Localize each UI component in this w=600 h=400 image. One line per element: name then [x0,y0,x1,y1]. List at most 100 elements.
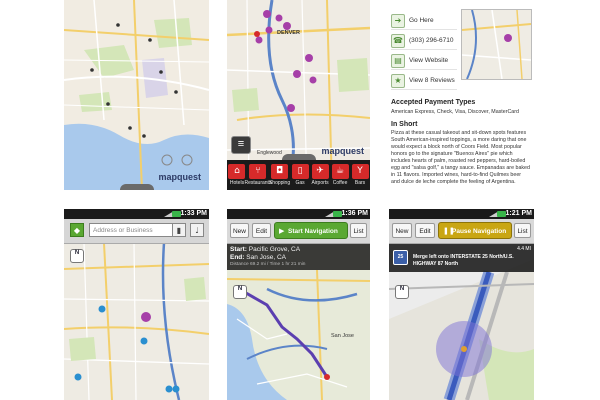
status-bar: 1:36 PM [227,209,370,219]
nav-toolbar: New Edit ❚❚ Pause Navigation List [389,219,534,244]
route-distance-time: Distance 69.2 mi / Time 1 hr 21 min [230,262,306,267]
star-icon: ★ [391,73,405,88]
map-thumbnail[interactable] [461,9,532,80]
route-start-row: Start: Pacific Grove, CA [230,246,300,253]
mapquest-logo: mapquest [158,172,201,182]
view-reviews-button[interactable]: ★ View 8 Reviews [391,72,457,90]
map-label-san-jose: San Jose [331,333,354,339]
microphone-icon: ♩ [195,226,199,235]
go-here-button[interactable]: ➔ Go Here [391,12,457,30]
cocktail-icon: Y [351,164,369,179]
compass-icon: N [237,286,243,292]
bookmark-icon: ▮ [176,226,182,235]
maneuver-distance: 4.4 MI [517,246,531,252]
menu-icon: ≡ [237,138,245,150]
screen-place-detail: ➔ Go Here ☎ (303) 296-6710 ▤ View Websit… [389,0,534,190]
category-bar: ⌂ Hotels ⑂ Restaurants ◘ Shopping ▯ Gas … [227,160,370,190]
compass-icon: N [399,286,405,292]
menu-button[interactable]: ≡ [231,136,251,154]
directions-icon: ◆ [73,226,81,235]
nav-toolbar: New Edit ▶ Start Navigation List [227,219,370,244]
edit-button[interactable]: Edit [252,223,271,238]
directions-button[interactable]: ◆ [70,223,84,237]
screen-turn-by-turn: 1:21 PM New Edit ❚❚ Pause Navigation Lis… [389,209,534,400]
new-button[interactable]: New [230,223,249,238]
airplane-icon: ✈ [311,164,329,179]
thumbnail-map-canvas [462,10,531,79]
category-bars[interactable]: Y Bars [350,164,370,186]
start-navigation-button[interactable]: ▶ Start Navigation [274,222,348,239]
coffee-cup-icon: ☕ [331,164,349,179]
route-summary: Start: Pacific Grove, CA End: San Jose, … [227,244,370,270]
play-icon: ▶ [279,227,285,235]
category-label: Shopping [268,180,291,186]
voice-search-button[interactable]: ♩ [190,223,204,237]
map-label-englewood: Englewood [257,150,282,156]
search-input[interactable]: Address or Business [89,223,181,237]
search-bar: ◆ Address or Business ▮ ♩ [64,219,209,244]
action-label: Go Here [409,17,434,24]
screen-map-categories: DENVER Englewood ≡ mapquest ⌂ Hotels ⑂ R… [227,0,370,190]
globe-icon: ▤ [391,53,405,68]
status-bar: 1:21 PM [389,209,534,219]
call-button[interactable]: ☎ (303) 296-6710 [391,32,457,50]
pause-navigation-button[interactable]: ❚❚ Pause Navigation [438,222,512,239]
bed-icon: ⌂ [228,164,246,179]
route-end-row: End: San Jose, CA [230,254,286,261]
pause-navigation-label: Pause Navigation [452,228,507,235]
category-gas[interactable]: ▯ Gas [290,164,310,186]
phone-icon: ☎ [391,33,405,48]
category-label: Gas [295,180,305,186]
compass-button[interactable]: N [233,285,247,299]
interstate-shield-icon: 25 [393,250,408,265]
end-value: San Jose, CA [246,254,287,261]
compass-button[interactable]: N [70,249,84,263]
map-label-denver: DENVER [277,30,300,36]
start-navigation-label: Start Navigation [288,228,338,235]
category-label: Restaurants [244,180,272,186]
mapquest-logo: mapquest [321,146,364,156]
edit-button[interactable]: Edit [415,223,435,238]
drawer-handle[interactable] [119,184,154,190]
screen-search-map: 1:33 PM ◆ Address or Business ▮ ♩ N [64,209,209,400]
category-restaurants[interactable]: ⑂ Restaurants [244,164,272,186]
shopping-bag-icon: ◘ [271,164,289,179]
start-key: Start: [230,246,247,253]
end-key: End: [230,254,245,261]
list-button[interactable]: List [514,223,531,238]
action-label: View Website [409,57,449,64]
in-short-title: In Short [391,121,418,128]
gas-pump-icon: ▯ [291,164,309,179]
bookmark-button[interactable]: ▮ [172,223,186,237]
status-bar: 1:33 PM [64,209,209,219]
maneuver-instruction: Merge left onto INTERSTATE 25 North/U.S.… [413,254,514,267]
screen-map-overview: mapquest [64,0,209,190]
action-label: View 8 Reviews [409,77,455,84]
fork-knife-icon: ⑂ [249,164,267,179]
new-button[interactable]: New [392,223,412,238]
category-airports[interactable]: ✈ Airports [310,164,330,186]
maneuver-banner: 25 4.4 MI Merge left onto INTERSTATE 25 … [389,244,534,272]
view-website-button[interactable]: ▤ View Website [391,52,457,70]
category-label: Bars [354,180,366,186]
map-canvas[interactable] [64,0,209,190]
category-coffee[interactable]: ☕ Coffee [330,164,350,186]
car-icon: ➔ [391,13,405,28]
status-time: 1:21 PM [505,210,532,217]
compass-icon: N [74,250,80,256]
payment-types-text: American Express, Check, Visa, Discover,… [391,109,519,115]
status-time: 1:36 PM [341,210,368,217]
list-button[interactable]: List [350,223,367,238]
start-value: Pacific Grove, CA [248,246,301,253]
action-label: (303) 296-6710 [409,37,454,44]
status-time: 1:33 PM [180,210,207,217]
in-short-text: Pizza at these casual takeout and sit-do… [391,130,530,185]
payment-types-title: Accepted Payment Types [391,99,476,106]
pause-icon: ❚❚ [443,227,455,235]
screen-route-overview: 1:36 PM New Edit ▶ Start Navigation List… [227,209,370,400]
category-label: Coffee [332,180,348,186]
category-shopping[interactable]: ◘ Shopping [269,164,290,186]
category-label: Airports [311,180,329,186]
category-label: Hotels [229,180,245,186]
compass-button[interactable]: N [395,285,409,299]
